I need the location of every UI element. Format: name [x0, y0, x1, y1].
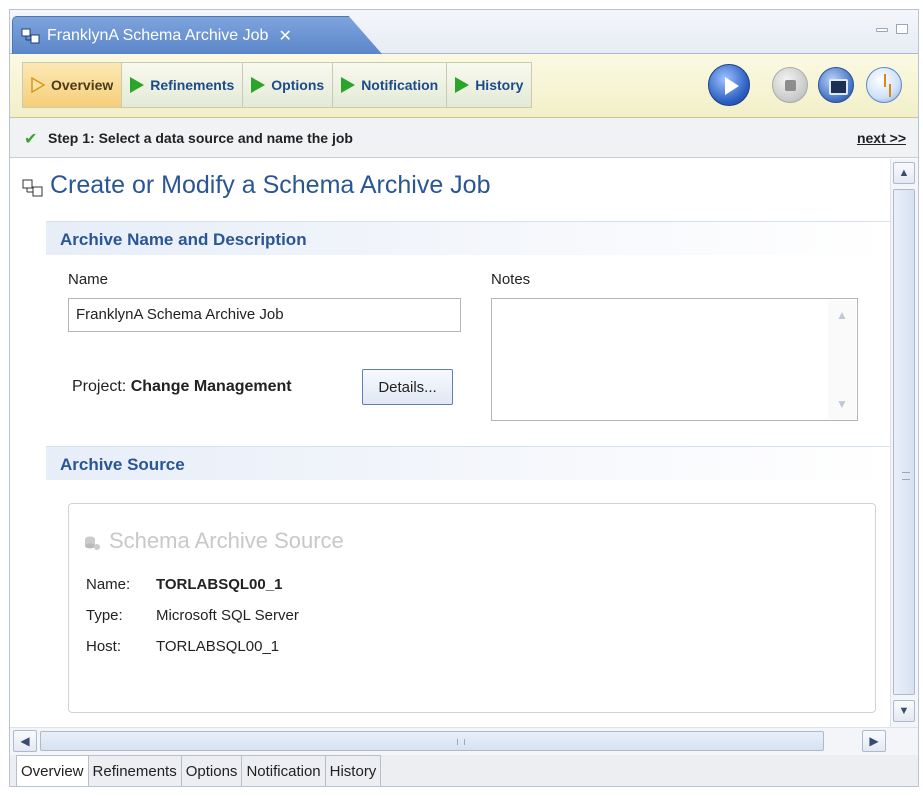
database-icon	[83, 532, 101, 550]
minimize-icon[interactable]	[876, 28, 888, 32]
nav-tab-options[interactable]: Options	[243, 62, 334, 108]
play-icon	[341, 77, 356, 93]
scroll-up-icon[interactable]: ▲	[893, 162, 915, 184]
vertical-scrollbar[interactable]: ▲ ▼	[890, 159, 918, 727]
horizontal-scrollbar[interactable]: ◀ ▶	[10, 727, 918, 755]
play-outline-icon	[31, 76, 46, 94]
grip-icon	[902, 472, 910, 480]
name-field[interactable]: FranklynA Schema Archive Job	[68, 298, 461, 332]
console-icon[interactable]	[818, 67, 854, 103]
nav-tab-notification[interactable]: Notification	[333, 62, 448, 108]
scroll-left-icon[interactable]: ◀	[13, 730, 37, 752]
source-value: TORLABSQL00_1	[156, 638, 280, 655]
editor-window: FranklynA Schema Archive Job ✕ Overview …	[9, 9, 919, 787]
scroll-right-icon[interactable]: ▶	[862, 730, 886, 752]
bottom-tab-refinements[interactable]: Refinements	[88, 755, 182, 786]
close-icon[interactable]: ✕	[278, 26, 291, 46]
bottom-tab-history[interactable]: History	[325, 755, 382, 786]
play-icon	[130, 77, 145, 93]
source-value: TORLABSQL00_1	[156, 576, 283, 593]
bottom-tab-notification[interactable]: Notification	[242, 755, 326, 786]
details-button[interactable]: Details...	[362, 369, 453, 405]
play-icon	[251, 77, 266, 93]
nav-tab-label: Notification	[361, 77, 439, 93]
section-archive-name: Archive Name and Description	[46, 221, 890, 255]
source-row-type: Type: Microsoft SQL Server	[86, 607, 299, 624]
nav-tab-label: Options	[271, 77, 325, 93]
bottom-tab-options[interactable]: Options	[181, 755, 243, 786]
editor-content: Create or Modify a Schema Archive Job Ar…	[10, 159, 890, 727]
source-key: Type:	[86, 607, 123, 624]
page-title: Create or Modify a Schema Archive Job	[22, 171, 490, 200]
project-label: Project:	[72, 378, 127, 395]
nav-tab-label: Refinements	[150, 77, 235, 93]
nav-tab-label: History	[475, 77, 524, 93]
source-box-title: Schema Archive Source	[83, 528, 344, 554]
step-text: Step 1: Select a data source and name th…	[48, 130, 353, 146]
source-key: Name:	[86, 576, 131, 593]
schedule-icon[interactable]	[866, 67, 902, 103]
editor-tab-title: FranklynA Schema Archive Job	[47, 26, 269, 44]
name-label: Name	[68, 271, 109, 288]
bottom-tab-overview[interactable]: Overview	[16, 755, 89, 786]
nav-tab-history[interactable]: History	[447, 62, 533, 108]
nav-tab-label: Overview	[51, 77, 114, 93]
schema-job-icon	[22, 176, 44, 196]
step-bar: ✔ Step 1: Select a data source and name …	[10, 118, 918, 158]
play-icon	[455, 77, 470, 93]
scroll-thumb[interactable]	[40, 731, 824, 751]
schema-job-icon	[21, 27, 41, 45]
scroll-down-icon[interactable]: ▼	[893, 700, 915, 722]
nav-tab-refinements[interactable]: Refinements	[122, 62, 244, 108]
editor-title-bar: FranklynA Schema Archive Job ✕	[10, 10, 918, 54]
section-archive-source: Archive Source	[46, 446, 890, 480]
grip-icon	[457, 739, 465, 745]
section-nav-tabs: Overview Refinements Options Notificatio…	[22, 62, 533, 108]
notes-label: Notes	[491, 271, 531, 288]
bottom-tabs: Overview Refinements Options Notificatio…	[10, 755, 918, 786]
check-icon: ✔	[24, 131, 38, 148]
scroll-thumb[interactable]	[893, 189, 915, 695]
section-toolbar: Overview Refinements Options Notificatio…	[10, 54, 918, 118]
source-row-host: Host: TORLABSQL00_1	[86, 638, 279, 655]
project-value: Change Management	[130, 378, 292, 395]
page-title-text: Create or Modify a Schema Archive Job	[50, 171, 491, 199]
project-info: Project: Change Management	[72, 378, 292, 396]
source-key: Host:	[86, 638, 122, 655]
archive-source-box: Schema Archive Source Name: TORLABSQL00_1…	[68, 503, 876, 713]
notes-scrollbar[interactable]: ▲ ▼	[828, 300, 856, 419]
source-box-title-text: Schema Archive Source	[109, 528, 344, 553]
stop-icon[interactable]	[772, 67, 808, 103]
maximize-icon[interactable]	[896, 24, 908, 34]
scroll-down-icon[interactable]: ▼	[834, 397, 850, 413]
notes-field[interactable]: ▲ ▼	[491, 298, 858, 421]
nav-tab-overview[interactable]: Overview	[22, 62, 123, 108]
source-row-name: Name: TORLABSQL00_1	[86, 576, 282, 593]
editor-document-tab[interactable]: FranklynA Schema Archive Job ✕	[12, 16, 382, 54]
run-icon[interactable]	[708, 64, 750, 106]
scroll-up-icon[interactable]: ▲	[834, 308, 850, 324]
next-link[interactable]: next >>	[857, 130, 906, 146]
source-value: Microsoft SQL Server	[156, 607, 299, 624]
